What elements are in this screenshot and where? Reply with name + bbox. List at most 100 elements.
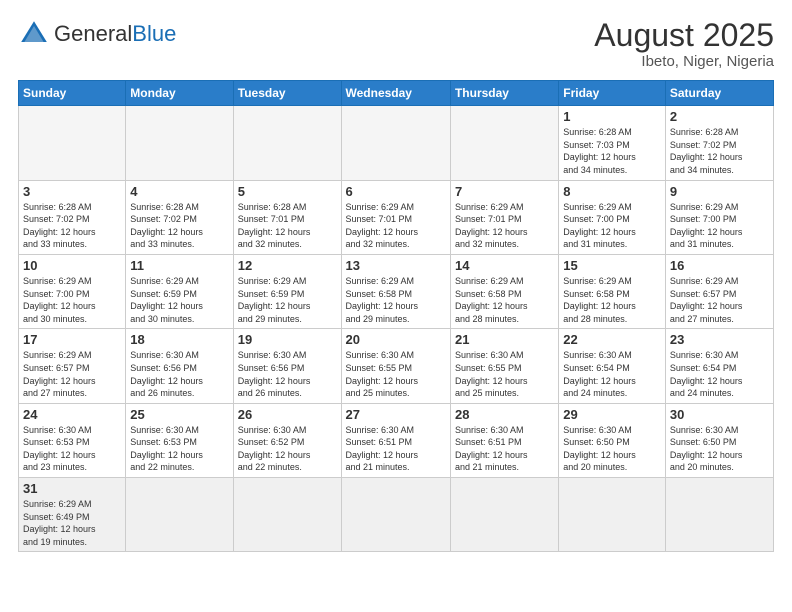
day-number: 28: [455, 407, 554, 422]
cell-w0-d5: 1Sunrise: 6:28 AM Sunset: 7:03 PM Daylig…: [559, 106, 666, 180]
cell-w2-d0: 10 Sunrise: 6:29 AM Sunset: 7:00 PM Dayli…: [19, 254, 126, 328]
header-monday: Monday: [126, 81, 233, 106]
cell-w0-d0: [19, 106, 126, 180]
day-info: Sunrise: 6:30 AM Sunset: 6:50 PM Dayligh…: [670, 424, 769, 474]
day-number: 14: [455, 258, 554, 273]
day-info: Sunrise: 6:30 AM Sunset: 6:50 PM Dayligh…: [563, 424, 661, 474]
logo-text: GeneralBlue: [54, 23, 176, 45]
week-row-3: 17Sunrise: 6:29 AM Sunset: 6:57 PM Dayli…: [19, 329, 774, 403]
day-number: 11: [130, 258, 228, 273]
cell-w0-d2: [233, 106, 341, 180]
cell-w3-d3: 20Sunrise: 6:30 AM Sunset: 6:55 PM Dayli…: [341, 329, 450, 403]
day-number: 26: [238, 407, 337, 422]
cell-w1-d3: 6 Sunrise: 6:29 AM Sunset: 7:01 PM Daylig…: [341, 180, 450, 254]
day-number: 29: [563, 407, 661, 422]
cell-w0-d1: [126, 106, 233, 180]
day-number: 15: [563, 258, 661, 273]
day-number: 27: [346, 407, 446, 422]
cell-w5-d4: [450, 478, 558, 552]
cell-w2-d4: 14 Sunrise: 6:29 AM Sunset: 6:58 PM Dayli…: [450, 254, 558, 328]
day-info: Sunrise: 6:29 AM Sunset: 6:59 PM Dayligh…: [130, 275, 228, 325]
cell-w4-d1: 25 Sunrise: 6:30 AM Sunset: 6:53 PM Dayli…: [126, 403, 233, 477]
day-info: Sunrise: 6:28 AM Sunset: 7:01 PM Dayligh…: [238, 201, 337, 251]
cell-w5-d5: [559, 478, 666, 552]
header-sunday: Sunday: [19, 81, 126, 106]
title-block: August 2025 Ibeto, Niger, Nigeria: [594, 18, 774, 70]
cell-w4-d5: 29 Sunrise: 6:30 AM Sunset: 6:50 PM Dayli…: [559, 403, 666, 477]
cell-w1-d2: 5Sunrise: 6:28 AM Sunset: 7:01 PM Daylig…: [233, 180, 341, 254]
day-info: Sunrise: 6:30 AM Sunset: 6:54 PM Dayligh…: [670, 349, 769, 399]
cell-w5-d6: [665, 478, 773, 552]
cell-w1-d4: 7 Sunrise: 6:29 AM Sunset: 7:01 PM Daylig…: [450, 180, 558, 254]
day-info: Sunrise: 6:29 AM Sunset: 6:59 PM Dayligh…: [238, 275, 337, 325]
day-info: Sunrise: 6:29 AM Sunset: 6:58 PM Dayligh…: [455, 275, 554, 325]
day-info: Sunrise: 6:28 AM Sunset: 7:02 PM Dayligh…: [23, 201, 121, 251]
day-info: Sunrise: 6:29 AM Sunset: 6:57 PM Dayligh…: [23, 349, 121, 399]
day-info: Sunrise: 6:29 AM Sunset: 7:01 PM Dayligh…: [346, 201, 446, 251]
day-number: 12: [238, 258, 337, 273]
day-number: 22: [563, 332, 661, 347]
header-wednesday: Wednesday: [341, 81, 450, 106]
calendar-table: Sunday Monday Tuesday Wednesday Thursday…: [18, 80, 774, 552]
day-number: 1: [563, 109, 661, 124]
page: GeneralBlue August 2025 Ibeto, Niger, Ni…: [0, 0, 792, 612]
cell-w4-d4: 28 Sunrise: 6:30 AM Sunset: 6:51 PM Dayli…: [450, 403, 558, 477]
day-info: Sunrise: 6:29 AM Sunset: 7:00 PM Dayligh…: [670, 201, 769, 251]
header-saturday: Saturday: [665, 81, 773, 106]
day-number: 9: [670, 184, 769, 199]
cell-w3-d1: 18Sunrise: 6:30 AM Sunset: 6:56 PM Dayli…: [126, 329, 233, 403]
logo-blue: Blue: [132, 21, 176, 46]
logo: GeneralBlue: [18, 18, 176, 50]
day-number: 2: [670, 109, 769, 124]
day-number: 10: [23, 258, 121, 273]
day-info: Sunrise: 6:30 AM Sunset: 6:56 PM Dayligh…: [130, 349, 228, 399]
day-info: Sunrise: 6:29 AM Sunset: 7:01 PM Dayligh…: [455, 201, 554, 251]
day-info: Sunrise: 6:30 AM Sunset: 6:51 PM Dayligh…: [455, 424, 554, 474]
logo-icon: [18, 18, 50, 50]
cell-w3-d2: 19Sunrise: 6:30 AM Sunset: 6:56 PM Dayli…: [233, 329, 341, 403]
cell-w5-d3: [341, 478, 450, 552]
day-info: Sunrise: 6:28 AM Sunset: 7:02 PM Dayligh…: [130, 201, 228, 251]
week-row-4: 24 Sunrise: 6:30 AM Sunset: 6:53 PM Dayli…: [19, 403, 774, 477]
day-info: Sunrise: 6:29 AM Sunset: 6:57 PM Dayligh…: [670, 275, 769, 325]
header-friday: Friday: [559, 81, 666, 106]
day-info: Sunrise: 6:30 AM Sunset: 6:55 PM Dayligh…: [455, 349, 554, 399]
cell-w1-d6: 9 Sunrise: 6:29 AM Sunset: 7:00 PM Daylig…: [665, 180, 773, 254]
day-info: Sunrise: 6:29 AM Sunset: 7:00 PM Dayligh…: [563, 201, 661, 251]
day-number: 4: [130, 184, 228, 199]
day-number: 16: [670, 258, 769, 273]
cell-w0-d3: [341, 106, 450, 180]
cell-w5-d2: [233, 478, 341, 552]
day-number: 25: [130, 407, 228, 422]
week-row-0: 1Sunrise: 6:28 AM Sunset: 7:03 PM Daylig…: [19, 106, 774, 180]
day-number: 13: [346, 258, 446, 273]
cell-w2-d3: 13Sunrise: 6:29 AM Sunset: 6:58 PM Dayli…: [341, 254, 450, 328]
day-number: 24: [23, 407, 121, 422]
header-tuesday: Tuesday: [233, 81, 341, 106]
cell-w2-d5: 15 Sunrise: 6:29 AM Sunset: 6:58 PM Dayli…: [559, 254, 666, 328]
day-number: 20: [346, 332, 446, 347]
day-info: Sunrise: 6:29 AM Sunset: 7:00 PM Dayligh…: [23, 275, 121, 325]
cell-w1-d5: 8 Sunrise: 6:29 AM Sunset: 7:00 PM Daylig…: [559, 180, 666, 254]
day-info: Sunrise: 6:29 AM Sunset: 6:58 PM Dayligh…: [563, 275, 661, 325]
day-number: 7: [455, 184, 554, 199]
day-number: 21: [455, 332, 554, 347]
day-number: 31: [23, 481, 121, 496]
day-number: 3: [23, 184, 121, 199]
week-row-1: 3 Sunrise: 6:28 AM Sunset: 7:02 PM Daylig…: [19, 180, 774, 254]
week-row-5: 31Sunrise: 6:29 AM Sunset: 6:49 PM Dayli…: [19, 478, 774, 552]
day-number: 23: [670, 332, 769, 347]
logo-general: General: [54, 21, 132, 46]
cell-w4-d0: 24 Sunrise: 6:30 AM Sunset: 6:53 PM Dayli…: [19, 403, 126, 477]
cell-w5-d1: [126, 478, 233, 552]
day-info: Sunrise: 6:30 AM Sunset: 6:53 PM Dayligh…: [130, 424, 228, 474]
day-number: 6: [346, 184, 446, 199]
cell-w1-d1: 4 Sunrise: 6:28 AM Sunset: 7:02 PM Daylig…: [126, 180, 233, 254]
day-number: 30: [670, 407, 769, 422]
header-thursday: Thursday: [450, 81, 558, 106]
day-number: 8: [563, 184, 661, 199]
week-row-2: 10 Sunrise: 6:29 AM Sunset: 7:00 PM Dayli…: [19, 254, 774, 328]
cell-w5-d0: 31Sunrise: 6:29 AM Sunset: 6:49 PM Dayli…: [19, 478, 126, 552]
day-info: Sunrise: 6:30 AM Sunset: 6:54 PM Dayligh…: [563, 349, 661, 399]
day-info: Sunrise: 6:30 AM Sunset: 6:53 PM Dayligh…: [23, 424, 121, 474]
